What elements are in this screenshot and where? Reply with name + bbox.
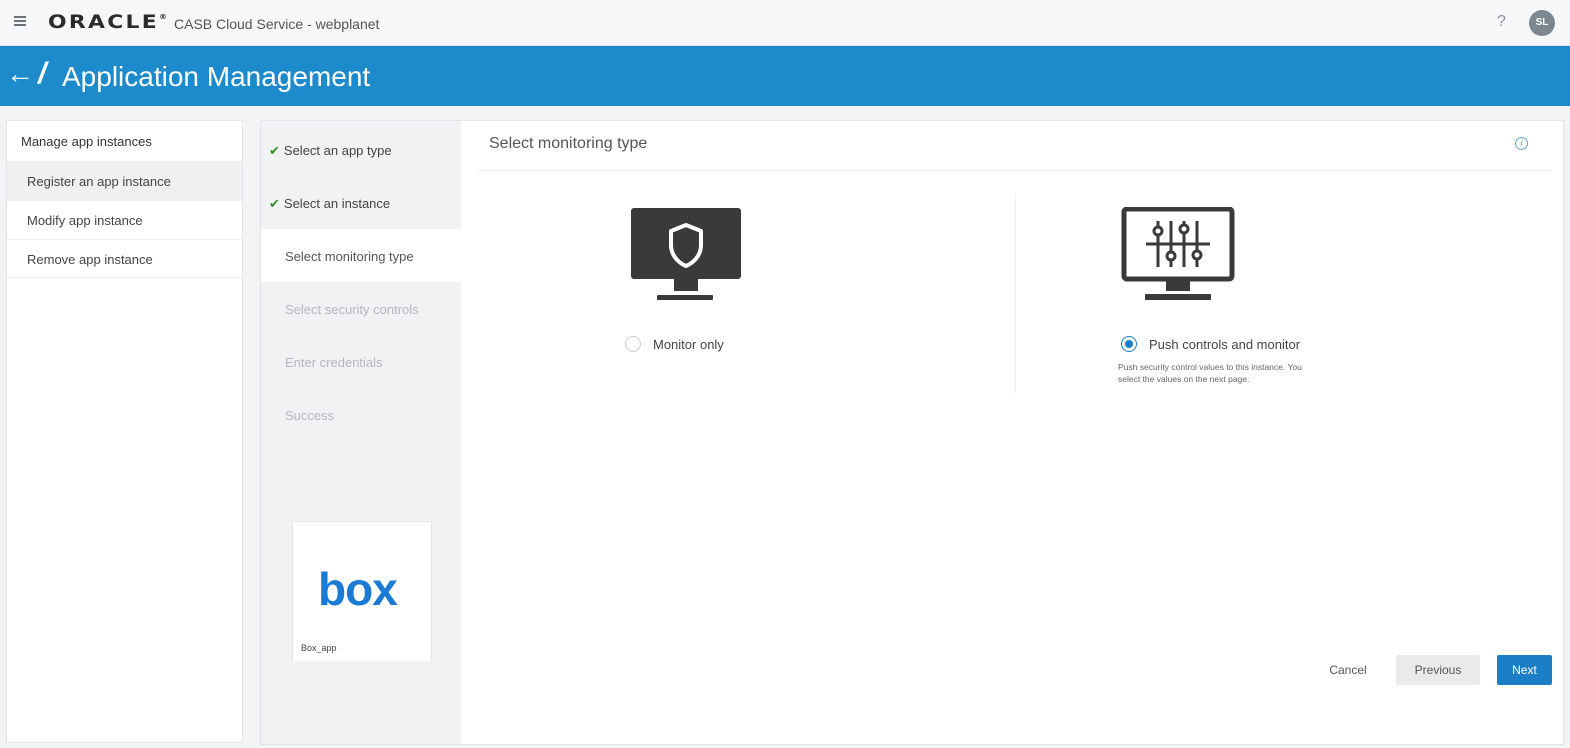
step-label: Select security controls xyxy=(285,302,419,317)
back-arrow-icon[interactable]: ← xyxy=(6,60,34,88)
step-label: Select an instance xyxy=(283,196,391,211)
sliders-monitor-icon xyxy=(1121,207,1235,300)
step-select-monitoring-type[interactable]: Select monitoring type xyxy=(261,229,461,282)
monitor-only-radio[interactable] xyxy=(625,336,641,352)
step-select-instance[interactable]: ✔ Select an instance xyxy=(261,176,461,229)
previous-button[interactable]: Previous xyxy=(1396,655,1480,685)
app-name: Box_app xyxy=(301,643,337,653)
next-button[interactable]: Next xyxy=(1497,655,1552,685)
menu-heading: Manage app instances xyxy=(21,134,152,149)
step-label: Success xyxy=(285,408,335,423)
slash-separator-icon: / xyxy=(38,57,47,90)
shield-monitor-icon xyxy=(631,208,741,300)
info-icon[interactable]: i xyxy=(1515,137,1528,150)
help-icon[interactable]: ? xyxy=(1497,13,1506,31)
user-avatar[interactable]: SL xyxy=(1529,10,1555,36)
checkmark-icon: ✔ xyxy=(269,196,280,211)
main-panel: ✔ Select an app type ✔ Select an instance … xyxy=(260,120,1564,745)
step-label: Select an app type xyxy=(283,143,392,158)
box-logo: box xyxy=(318,563,398,615)
step-select-security-controls: Select security controls xyxy=(261,282,461,335)
push-controls-radio[interactable] xyxy=(1121,336,1137,352)
option-label: Push controls and monitor xyxy=(1149,336,1301,352)
step-select-app-type[interactable]: ✔ Select an app type xyxy=(261,123,461,176)
menu-item-modify[interactable]: Modify app instance xyxy=(7,200,242,239)
monitor-only-option[interactable]: Monitor only xyxy=(625,336,724,352)
step-label: Enter credentials xyxy=(285,355,383,370)
wizard-steps: ✔ Select an app type ✔ Select an instance … xyxy=(261,121,461,744)
hamburger-menu-icon[interactable] xyxy=(14,16,26,26)
page-header: ← / Application Management xyxy=(0,46,1570,106)
page-title: Application Management xyxy=(62,61,371,92)
divider xyxy=(477,170,1551,171)
oracle-logo: ORACLE® xyxy=(48,11,168,33)
app-title: CASB Cloud Service - webplanet xyxy=(174,16,380,32)
top-bar: ORACLE® CASB Cloud Service - webplanet ?… xyxy=(0,0,1570,46)
menu-item-remove[interactable]: Remove app instance xyxy=(7,239,242,278)
left-menu: Manage app instances Register an app ins… xyxy=(6,120,243,743)
divider xyxy=(1015,193,1016,393)
push-controls-description: Push security control values to this ins… xyxy=(1118,361,1302,385)
option-label: Monitor only xyxy=(653,336,724,352)
content-area: Select monitoring type i Monitor only Pu… xyxy=(461,121,1563,744)
push-controls-option[interactable]: Push controls and monitor xyxy=(1121,336,1300,352)
menu-item-register[interactable]: Register an app instance xyxy=(7,161,242,200)
content-title: Select monitoring type xyxy=(489,135,648,152)
checkmark-icon: ✔ xyxy=(269,143,280,158)
app-card: box Box_app xyxy=(292,521,432,661)
step-success: Success xyxy=(261,388,461,441)
step-enter-credentials: Enter credentials xyxy=(261,335,461,388)
description-line: select the values on the next page. xyxy=(1118,374,1250,384)
step-label: Select monitoring type xyxy=(285,249,414,264)
cancel-button[interactable]: Cancel xyxy=(1323,655,1373,685)
description-line: Push security control values to this ins… xyxy=(1118,362,1302,372)
